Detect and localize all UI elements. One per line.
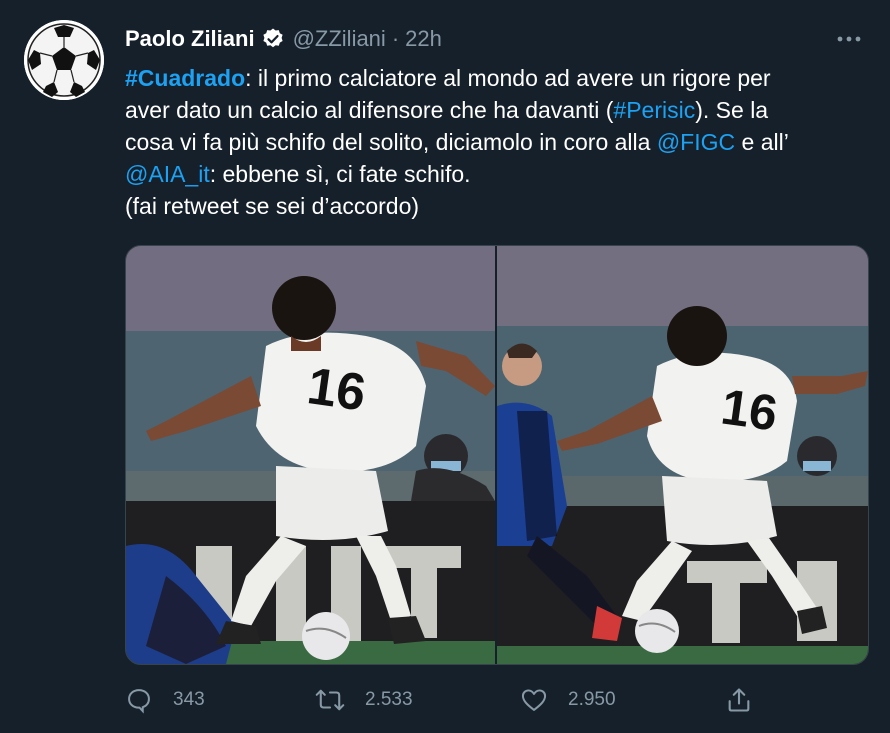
avatar[interactable] <box>24 20 104 100</box>
tweet-text-segment: aver dato un calcio al difensore che ha … <box>125 97 614 123</box>
heart-icon <box>521 689 547 711</box>
tweet-text-segment: (fai retweet se sei d’accordo) <box>125 193 420 219</box>
share-button[interactable] <box>725 683 773 717</box>
tweet-text-segment: cosa vi fa più schifo del solito, diciam… <box>125 129 657 155</box>
tweet-media: 16 16 <box>125 245 869 665</box>
more-options-icon <box>837 36 861 42</box>
reply-icon <box>128 689 150 714</box>
retweet-icon <box>315 689 345 711</box>
media-photo-1[interactable]: 16 <box>126 246 495 664</box>
retweet-button[interactable]: 2.533 <box>315 683 413 717</box>
tweet-text: #Cuadrado: il primo calciatore al mondo … <box>125 62 865 222</box>
tweet-text-segment: : ebbene sì, ci fate schifo. <box>209 161 471 187</box>
svg-text:16: 16 <box>718 378 781 441</box>
mention-figc[interactable]: @FIGC <box>657 129 735 155</box>
more-options-button[interactable] <box>834 24 864 54</box>
tweet-timestamp[interactable]: 22h <box>405 26 442 52</box>
tweet[interactable]: Paolo Ziliani @ZZiliani · 22h #Cuadrado:… <box>0 0 890 733</box>
retweet-count: 2.533 <box>365 689 413 710</box>
author-handle[interactable]: @ZZiliani <box>293 26 386 52</box>
tweet-text-segment: e all’ <box>735 129 789 155</box>
reply-button[interactable]: 343 <box>125 683 205 717</box>
verified-badge-icon <box>261 27 285 51</box>
share-icon <box>728 688 750 712</box>
mention-aia-it[interactable]: @AIA_it <box>125 161 210 187</box>
like-button[interactable]: 2.950 <box>520 683 616 717</box>
tweet-actions: 343 2.533 2.950 <box>125 683 765 717</box>
tweet-header: Paolo Ziliani @ZZiliani · 22h <box>125 24 442 54</box>
hashtag-cuadrado[interactable]: #Cuadrado <box>125 65 245 91</box>
tweet-text-segment: : il primo calciatore al mondo ad avere … <box>245 65 771 91</box>
hashtag-perisic[interactable]: #Perisic <box>613 97 695 123</box>
separator-dot: · <box>391 26 400 51</box>
reply-count: 343 <box>173 689 205 710</box>
author-name[interactable]: Paolo Ziliani <box>125 26 255 52</box>
like-count: 2.950 <box>568 689 616 710</box>
svg-text:16: 16 <box>304 357 369 422</box>
tweet-text-segment: ). Se la <box>695 97 769 123</box>
media-photo-2[interactable]: 16 <box>497 246 868 664</box>
soccer-ball-icon <box>24 20 104 100</box>
